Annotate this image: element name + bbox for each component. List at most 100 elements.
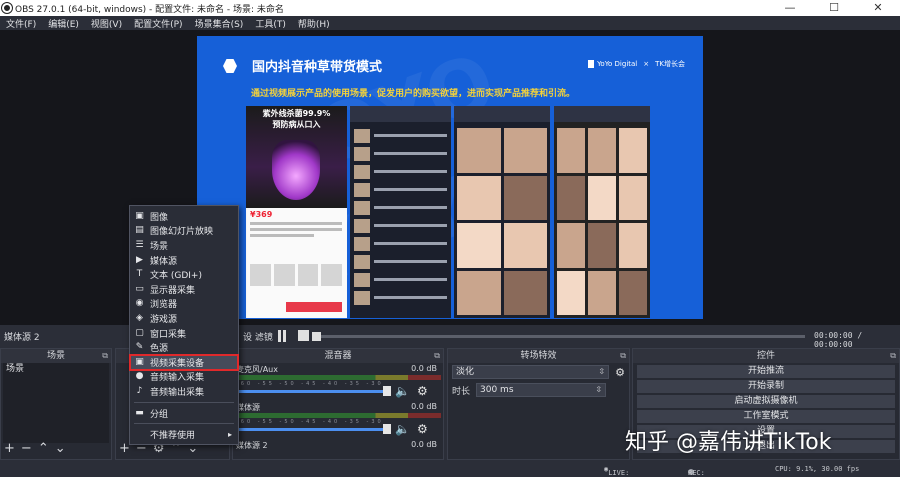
menu-help[interactable]: 帮助(H) (292, 17, 336, 30)
text-icon: T (136, 269, 143, 280)
scene-item[interactable]: 场景 (3, 363, 109, 376)
volume-slider[interactable] (236, 390, 386, 393)
scenes-header: 场景 ⧉ (1, 349, 111, 363)
close-button[interactable]: ✕ (856, 0, 900, 16)
scene-icon: ☰ (135, 239, 144, 250)
speaker-icon[interactable]: 🔈 (395, 422, 410, 436)
gear-icon[interactable]: ⚙ (417, 384, 428, 398)
video-list (354, 128, 447, 308)
menu-item-label: 文本 (GDI+) (150, 271, 202, 282)
menu-item-label: 浏览器 (150, 300, 178, 311)
image-icon: ▣ (135, 210, 144, 221)
phone-search-bar (350, 106, 451, 122)
phone-header (454, 106, 550, 122)
menu-item-audio-input[interactable]: ● 音频输入采集 (130, 370, 238, 385)
pause-button[interactable] (278, 330, 288, 342)
title-bar: OBS 27.0.1 (64-bit, windows) - 配置文件: 未命名… (0, 0, 900, 16)
scenes-toolbar: + − ⌃ ⌄ (4, 442, 66, 455)
volume-handle[interactable] (383, 424, 391, 434)
gear-icon[interactable]: ⚙ (615, 366, 625, 379)
studio-mode-button[interactable]: 工作室模式 (637, 410, 895, 423)
monitor-icon: ▭ (135, 283, 144, 294)
audio-mixer-dock: 混音器 ⧉ 麦克风/Aux 0.0 dB -60 -55 -50 -45 -40… (232, 348, 444, 460)
menu-separator (134, 401, 234, 403)
product-thumbnails (250, 264, 342, 286)
zhihu-watermark: 知乎 @嘉伟讲TikTok (625, 430, 832, 455)
filters-button[interactable]: 设 滤镜 (243, 330, 273, 343)
speaker-icon[interactable]: 🔈 (395, 384, 410, 398)
channel-db: 0.0 dB (411, 402, 437, 411)
menu-file[interactable]: 文件(F) (0, 17, 42, 30)
mixer-title: 混音器 (324, 351, 352, 361)
channel-db: 0.0 dB (411, 364, 437, 373)
menu-item-browser[interactable]: ◉ 浏览器 (130, 297, 238, 312)
volume-slider[interactable] (236, 428, 386, 431)
undock-icon[interactable]: ⧉ (620, 349, 626, 363)
menu-item-label: 分组 (150, 409, 169, 420)
menu-edit[interactable]: 编辑(E) (42, 17, 85, 30)
meter-scale: -60 -55 -50 -45 -40 -35 -30 -25 -20 -15 … (236, 381, 386, 387)
start-recording-button[interactable]: 开始录制 (637, 380, 895, 393)
live-time: LIVE: 00:00:00 (608, 469, 630, 477)
transitions-dock: 转场特效 ⧉ 淡化 ⇳ ⚙ 时长 300 ms ⇳ (447, 348, 630, 460)
menu-item-slideshow[interactable]: ▤ 图像幻灯片放映 (130, 224, 238, 239)
menu-item-audio-output[interactable]: ♪ 音频输出采集 (130, 384, 238, 399)
menu-item-window-capture[interactable]: ▢ 窗口采集 (130, 326, 238, 341)
menu-item-label: 游戏源 (150, 314, 178, 325)
menu-profile[interactable]: 配置文件(P) (128, 17, 188, 30)
window-icon: ▢ (135, 327, 144, 338)
live-status: ◉ LIVE: 00:00:00 (604, 465, 629, 477)
transition-selected: 淡化 (456, 367, 475, 377)
scene-list[interactable]: 场景 (3, 363, 109, 443)
menu-item-image[interactable]: ▣ 图像 (130, 209, 238, 224)
move-down-icon[interactable]: ⌄ (55, 442, 66, 455)
move-up-icon[interactable]: ⌃ (38, 442, 49, 455)
start-streaming-button[interactable]: 开始推流 (637, 365, 895, 378)
menu-view[interactable]: 视图(V) (85, 17, 128, 30)
brand-tk: TK增长会 (655, 60, 685, 68)
menu-item-game-capture[interactable]: ◈ 游戏源 (130, 311, 238, 326)
slideshow-icon: ▤ (135, 225, 144, 236)
buy-button (286, 302, 342, 312)
seek-slider[interactable] (315, 335, 805, 338)
stop-button[interactable] (298, 330, 309, 341)
menu-item-display-capture[interactable]: ▭ 显示器采集 (130, 282, 238, 297)
undock-icon[interactable]: ⧉ (434, 349, 440, 363)
menu-item-scene[interactable]: ☰ 场景 (130, 238, 238, 253)
folder-icon: ▬ (135, 407, 144, 418)
mixer-channel: 媒体源 0.0 dB -60 -55 -50 -45 -40 -35 -30 -… (233, 401, 443, 439)
menu-item-text[interactable]: T 文本 (GDI+) (130, 267, 238, 282)
maximize-button[interactable]: ☐ (812, 0, 856, 16)
mixer-channel: 媒体源 2 0.0 dB (233, 439, 443, 459)
menu-item-media-source[interactable]: ▶ 媒体源 (130, 253, 238, 268)
menu-item-color-source[interactable]: ✎ 色源 (130, 340, 238, 355)
menu-item-group[interactable]: ▬ 分组 (130, 406, 238, 421)
brand-yoyo: YoYo Digital (588, 60, 637, 68)
transition-select-row: 淡化 ⇳ ⚙ (448, 363, 629, 381)
add-scene-icon[interactable]: + (4, 442, 15, 455)
meter-scale: -60 -55 -50 -45 -40 -35 -30 -25 -20 -15 … (236, 419, 386, 425)
slide-title: 国内抖音种草带货模式 (252, 60, 383, 75)
gear-icon[interactable]: ⚙ (417, 422, 428, 436)
transition-select[interactable]: 淡化 ⇳ (452, 365, 610, 379)
spin-arrows-icon: ⇳ (598, 367, 606, 376)
volume-handle[interactable] (383, 386, 391, 396)
transitions-header: 转场特效 ⧉ (448, 349, 629, 363)
remove-scene-icon[interactable]: − (21, 442, 32, 455)
start-virtual-camera-button[interactable]: 启动虚拟摄像机 (637, 395, 895, 408)
menu-item-video-capture-device[interactable]: ▣ 视频采集设备 (129, 353, 239, 371)
transitions-title: 转场特效 (520, 351, 557, 361)
channel-name: 媒体源 (236, 403, 260, 412)
preview-slide: YOYOYOYO 国内抖音种草带货模式 YoYo Digital × TK增长会… (197, 36, 703, 319)
phone-screenshot-feed (554, 106, 650, 318)
rec-time: REC: 00:00:00 (688, 469, 705, 477)
menu-scene-collection[interactable]: 场景集合(S) (189, 17, 250, 30)
seek-handle[interactable] (312, 332, 321, 341)
menu-tools[interactable]: 工具(T) (249, 17, 292, 30)
undock-icon[interactable]: ⧉ (890, 349, 896, 363)
duration-input[interactable]: 300 ms ⇳ (476, 383, 607, 397)
minimize-button[interactable]: — (768, 0, 812, 16)
menu-item-deprecated[interactable]: 不推荐使用 ▸ (130, 427, 238, 442)
undock-icon[interactable]: ⧉ (102, 349, 108, 363)
media-time: 00:00:00 / 00:00:00 (814, 331, 863, 349)
